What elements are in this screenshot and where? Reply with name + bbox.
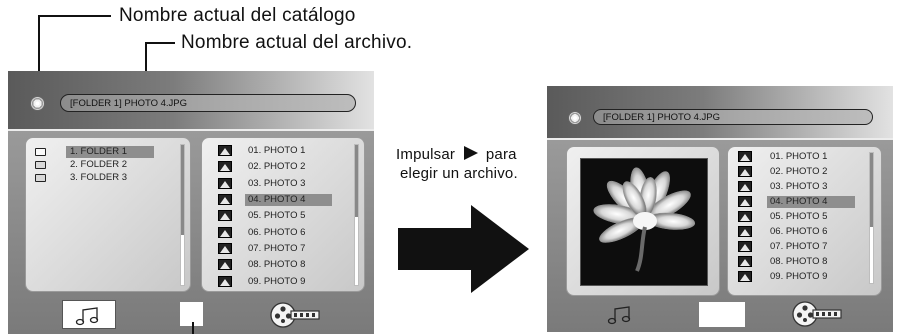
photo-list-panel: 01. PHOTO 1 02. PHOTO 2 03. PHOTO 3 04. … <box>201 137 365 292</box>
play-triangle-icon <box>463 146 478 160</box>
mode-leader-v <box>192 322 194 334</box>
photo-list-panel: 01. PHOTO 1 02. PHOTO 2 03. PHOTO 3 04. … <box>727 146 882 296</box>
folder-item[interactable]: 2. FOLDER 2 <box>70 159 127 171</box>
photo-item[interactable]: 02. PHOTO 2 <box>770 166 827 178</box>
photo-icon <box>218 243 232 254</box>
photo-preview <box>580 158 708 286</box>
photo-icon <box>738 271 752 282</box>
photo-item[interactable]: 04. PHOTO 4 <box>248 194 305 206</box>
photo-item[interactable]: 07. PHOTO 7 <box>770 241 827 253</box>
folder-item[interactable]: 1. FOLDER 1 <box>70 146 127 158</box>
photo-mode-icon[interactable] <box>699 302 745 327</box>
photo-icon <box>218 178 232 189</box>
catalog-name-label: Nombre actual del catálogo <box>119 5 356 26</box>
photo-item[interactable]: 04. PHOTO 4 <box>770 196 827 208</box>
photo-preview-frame <box>566 146 720 296</box>
left-screen: [FOLDER 1] PHOTO 4.JPG 1. FOLDER 1 2. FO… <box>8 71 374 334</box>
current-path-text: [FOLDER 1] PHOTO 4.JPG <box>70 97 188 109</box>
photo-icon <box>738 226 752 237</box>
current-path-text: [FOLDER 1] PHOTO 4.JPG <box>603 111 721 123</box>
folder-panel: 1. FOLDER 1 2. FOLDER 2 3. FOLDER 3 <box>25 137 191 292</box>
photo-icon <box>218 210 232 221</box>
right-screen: [FOLDER 1] PHOTO 4.JPG 01. PHOTO 1 02. P… <box>547 86 893 332</box>
disc-icon <box>30 96 45 111</box>
current-path-bar: [FOLDER 1] PHOTO 4.JPG <box>60 94 356 112</box>
photo-item[interactable]: 09. PHOTO 9 <box>248 276 305 288</box>
file-name-label: Nombre actual del archivo. <box>181 32 413 53</box>
music-icon[interactable] <box>603 302 639 328</box>
photo-item[interactable]: 06. PHOTO 6 <box>248 227 305 239</box>
music-icon[interactable] <box>62 300 116 329</box>
photo-icon <box>738 151 752 162</box>
photo-scrollbar[interactable] <box>869 152 874 284</box>
photo-item[interactable]: 05. PHOTO 5 <box>770 211 827 223</box>
photo-icon <box>738 196 752 207</box>
photo-icon <box>738 241 752 252</box>
photo-icon <box>218 194 232 205</box>
photo-icon <box>738 181 752 192</box>
photo-item[interactable]: 06. PHOTO 6 <box>770 226 827 238</box>
right-arrow-icon <box>398 205 529 293</box>
photo-icon <box>218 276 232 287</box>
photo-item[interactable]: 09. PHOTO 9 <box>770 271 827 283</box>
file-leader-h <box>146 42 175 44</box>
photo-scrollbar[interactable] <box>354 144 359 286</box>
disc-icon <box>568 111 582 125</box>
folder-item[interactable]: 3. FOLDER 3 <box>70 172 127 184</box>
catalog-leader-h <box>39 15 111 17</box>
photo-item[interactable]: 01. PHOTO 1 <box>248 145 305 157</box>
photo-icon <box>218 161 232 172</box>
folder-open-icon <box>35 148 46 156</box>
folder-scrollbar[interactable] <box>180 144 185 286</box>
photo-item[interactable]: 08. PHOTO 8 <box>770 256 827 268</box>
photo-icon <box>738 211 752 222</box>
photo-item[interactable]: 02. PHOTO 2 <box>248 161 305 173</box>
folder-icon <box>35 174 46 182</box>
press-instruction-line1: Impulsar para <box>396 146 517 163</box>
photo-icon <box>218 145 232 156</box>
photo-item[interactable]: 03. PHOTO 3 <box>248 178 305 190</box>
photo-item[interactable]: 05. PHOTO 5 <box>248 210 305 222</box>
photo-item[interactable]: 01. PHOTO 1 <box>770 151 827 163</box>
white-flower-preview <box>593 167 696 272</box>
current-path-bar: [FOLDER 1] PHOTO 4.JPG <box>593 109 873 125</box>
photo-item[interactable]: 07. PHOTO 7 <box>248 243 305 255</box>
photo-icon <box>218 227 232 238</box>
photo-icon <box>218 259 232 270</box>
photo-item[interactable]: 08. PHOTO 8 <box>248 259 305 271</box>
photo-item[interactable]: 03. PHOTO 3 <box>770 181 827 193</box>
movie-icon[interactable] <box>265 300 323 330</box>
press-instruction-line2: elegir un archivo. <box>400 165 518 182</box>
folder-icon <box>35 161 46 169</box>
movie-icon[interactable] <box>787 299 845 329</box>
photo-icon <box>738 256 752 267</box>
photo-icon <box>738 166 752 177</box>
